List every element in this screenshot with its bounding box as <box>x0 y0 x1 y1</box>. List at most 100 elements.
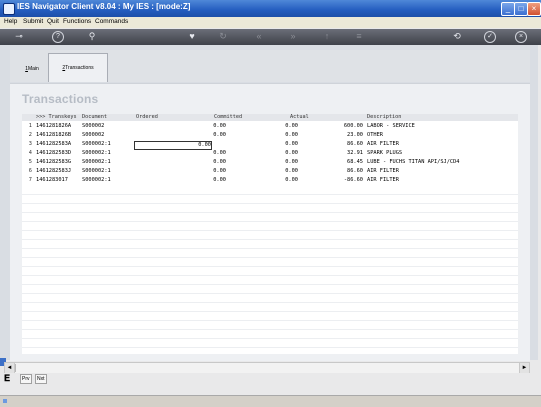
table-row[interactable]: 7 1461283017 S000002:1 0.00 0.00 -86.60 AIR FI… <box>22 176 518 185</box>
cell-description[interactable]: AIR FILTER <box>367 176 399 185</box>
cell-description[interactable]: AIR FILTER <box>367 140 399 149</box>
table-row[interactable]: 1 1461281826A S000002 0.00 0.00 600.00 LABOR -… <box>22 122 518 131</box>
tab-strip: 1 Main 2 Transactions <box>10 50 530 82</box>
cell-document[interactable]: S000002:1 <box>82 176 111 185</box>
search-icon[interactable]: ⚲ <box>85 30 99 43</box>
cell-actual[interactable]: 86.60 <box>290 140 363 149</box>
menu-quit[interactable]: Quit <box>47 18 59 25</box>
cell-document[interactable]: S000002:1 <box>82 149 111 158</box>
back-double-icon[interactable]: « <box>252 30 266 43</box>
table-row[interactable]: 4 1461282583D S000002:1 0.00 0.00 32.91 SPARK … <box>22 149 518 158</box>
cell-actual[interactable]: 23.00 <box>290 131 363 140</box>
column-header-committed[interactable]: Committed <box>214 114 242 121</box>
list-icon[interactable]: ≡ <box>352 30 366 43</box>
row-number[interactable]: 5 <box>24 158 32 167</box>
cell-committed[interactable]: 0.00 <box>214 131 298 140</box>
cell-actual[interactable]: 86.60 <box>290 167 363 176</box>
title-bar: IES Navigator Client v8.04 : My IES : [m… <box>0 0 541 17</box>
scroll-left-arrow-icon[interactable]: ◄ <box>5 363 15 373</box>
cell-description[interactable]: SPARK PLUGS <box>367 149 402 158</box>
row-number[interactable]: 6 <box>24 167 32 176</box>
column-header-transkeys[interactable]: >>> Transkeys <box>36 114 77 121</box>
cell-description[interactable]: LUBE - FUCHS TITAN API/SJ/CD4 <box>367 158 459 167</box>
cell-transkey[interactable]: 1461281826B <box>36 131 71 140</box>
cell-actual[interactable]: -86.60 <box>290 176 363 185</box>
column-header-ordered[interactable]: Ordered <box>136 114 158 121</box>
next-button[interactable]: Nxt <box>35 374 47 384</box>
row-number[interactable]: 7 <box>24 176 32 185</box>
cell-ordered[interactable]: 0.00 <box>136 158 226 167</box>
toolbar: ⊸ ? ⚲ ♥ ↻ « » ↑ ≡ ⟲ ✓ × <box>0 29 541 45</box>
empty-grid-line <box>22 338 518 348</box>
heart-icon[interactable]: ♥ <box>185 30 199 43</box>
cell-committed[interactable]: 0.00 <box>214 167 298 176</box>
maximize-button[interactable]: □ <box>514 2 528 16</box>
app-icon <box>3 3 15 15</box>
cell-committed[interactable]: 0.00 <box>214 158 298 167</box>
cell-committed[interactable]: 0.00 <box>214 176 298 185</box>
column-header-document[interactable]: Document <box>82 114 107 121</box>
cell-ordered[interactable]: 0.00 <box>136 149 226 158</box>
cell-document[interactable]: S000002 <box>82 122 104 131</box>
tab-main[interactable]: 1 Main <box>17 56 47 82</box>
save-icon[interactable]: ⟲ <box>450 30 464 43</box>
cell-ordered[interactable]: 0.00 <box>136 131 226 140</box>
scroll-thumb[interactable] <box>15 364 16 372</box>
cell-description[interactable]: AIR FILTER <box>367 167 399 176</box>
prev-button[interactable]: Prv <box>20 374 32 384</box>
tab-transactions[interactable]: 2 Transactions <box>48 53 108 82</box>
status-icon <box>3 399 7 403</box>
cell-transkey[interactable]: 1461282583J <box>36 167 71 176</box>
close-icon[interactable]: × <box>515 31 527 43</box>
menu-commands[interactable]: Commands <box>95 18 128 25</box>
tab-main-label: Main <box>27 66 39 72</box>
cell-ordered[interactable]: 0.00 <box>136 122 226 131</box>
cell-committed[interactable]: 0.00 <box>214 122 298 131</box>
table-row[interactable]: 6 1461282583J S000002:1 0.00 0.00 86.60 AIR FI… <box>22 167 518 176</box>
menu-submit[interactable]: Submit <box>23 18 43 25</box>
cell-document[interactable]: S000002 <box>82 131 104 140</box>
application-window: IES Navigator Client v8.04 : My IES : [m… <box>0 0 541 407</box>
cell-transkey[interactable]: 1461282583A <box>36 140 71 149</box>
cell-transkey[interactable]: 1461282583D <box>36 149 71 158</box>
up-icon[interactable]: ↑ <box>320 30 334 43</box>
cell-transkey[interactable]: 1461281826A <box>36 122 71 131</box>
record-marker-icon: 𝐄 <box>4 373 10 383</box>
row-number[interactable]: 2 <box>24 131 32 140</box>
cell-ordered[interactable]: 0.00 <box>136 176 226 185</box>
workspace: 1 Main 2 Transactions Transactions >>> Tra… <box>0 45 538 361</box>
table-row[interactable]: 2 1461281826B S000002 0.00 0.00 23.00 OTHER <box>22 131 518 140</box>
row-number[interactable]: 3 <box>24 140 32 149</box>
cell-ordered[interactable]: 0.00 <box>136 167 226 176</box>
table-row[interactable]: 3 1461282583A S000002:1 0.00 0.00 86.60 AIR FI… <box>22 140 518 150</box>
cell-committed[interactable]: 0.00 <box>214 140 298 149</box>
cell-actual[interactable]: 32.91 <box>290 149 363 158</box>
menu-help[interactable]: Help <box>4 18 17 25</box>
cell-committed[interactable]: 0.00 <box>214 149 298 158</box>
cell-description[interactable]: OTHER <box>367 131 383 140</box>
close-button[interactable]: × <box>527 2 541 16</box>
cell-description[interactable]: LABOR - SERVICE <box>367 122 415 131</box>
row-number[interactable]: 4 <box>24 149 32 158</box>
cell-actual[interactable]: 600.00 <box>290 122 363 131</box>
key-icon[interactable]: ⊸ <box>8 30 30 43</box>
table-row[interactable]: 5 1461282583G S000002:1 0.00 0.00 68.45 LUBE -… <box>22 158 518 167</box>
window-title: IES Navigator Client v8.04 : My IES : [m… <box>17 2 191 11</box>
bottom-navigation: 𝐄 Prv Nxt <box>0 373 541 388</box>
menu-functions[interactable]: Functions <box>63 18 91 25</box>
cell-transkey[interactable]: 1461282583G <box>36 158 71 167</box>
row-number[interactable]: 1 <box>24 122 32 131</box>
cell-document[interactable]: S000002:1 <box>82 158 111 167</box>
cell-transkey[interactable]: 1461283017 <box>36 176 68 185</box>
column-header-actual[interactable]: Actual <box>290 114 309 121</box>
column-header-description[interactable]: Description <box>367 114 401 121</box>
cell-actual[interactable]: 68.45 <box>290 158 363 167</box>
minimize-button[interactable]: _ <box>501 2 515 16</box>
scroll-right-arrow-icon[interactable]: ► <box>519 363 529 373</box>
cell-document[interactable]: S000002:1 <box>82 167 111 176</box>
forward-double-icon[interactable]: » <box>286 30 300 43</box>
check-icon[interactable]: ✓ <box>484 31 496 43</box>
help-icon[interactable]: ? <box>52 31 64 43</box>
cell-document[interactable]: S000002:1 <box>82 140 111 149</box>
refresh-icon[interactable]: ↻ <box>216 30 230 43</box>
